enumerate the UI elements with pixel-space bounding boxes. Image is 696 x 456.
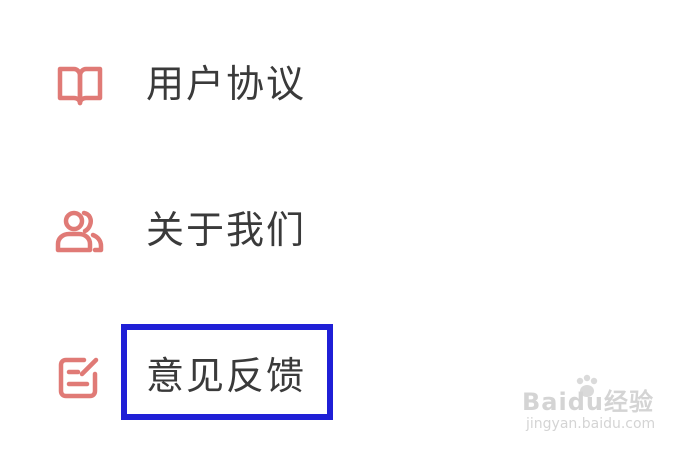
baidu-jingyan-watermark: Baidu经验 jingyan.baidu.com <box>522 374 662 442</box>
menu-item-label: 意见反馈 <box>146 354 307 398</box>
menu-item-about-us[interactable]: 关于我们 <box>0 180 560 280</box>
watermark-url: jingyan.baidu.com <box>526 416 656 432</box>
menu-item-user-agreement[interactable]: 用户协议 <box>0 34 560 134</box>
menu-item-label: 用户协议 <box>146 62 307 106</box>
menu-item-label: 关于我们 <box>146 208 307 252</box>
watermark-brand: Baidu经验 <box>522 388 654 416</box>
menu-item-feedback[interactable]: 意见反馈 <box>0 326 560 426</box>
feedback-edit-icon <box>54 354 106 402</box>
book-icon <box>54 62 106 110</box>
users-icon <box>54 208 106 256</box>
